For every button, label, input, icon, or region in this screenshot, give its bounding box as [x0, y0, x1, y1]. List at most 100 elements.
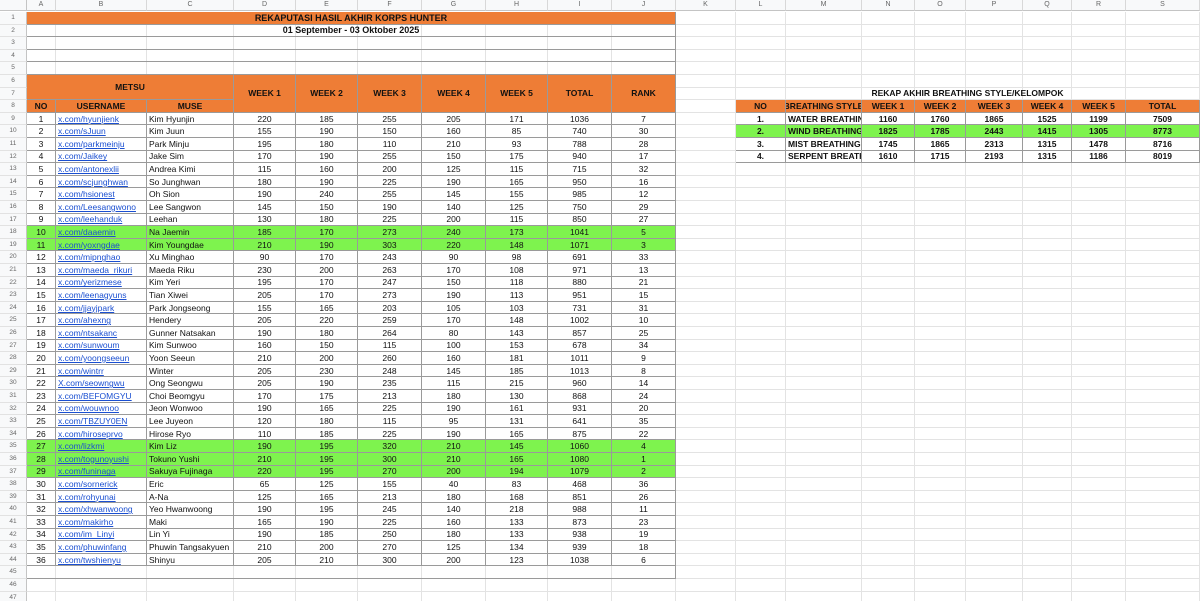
week-score[interactable]: 190	[234, 188, 296, 201]
rank-value[interactable]: 6	[612, 553, 676, 567]
week-score[interactable]: 180	[296, 138, 358, 151]
username-link[interactable]: x.com/sJuun	[56, 125, 147, 138]
week-score[interactable]: 303	[358, 238, 422, 252]
week-score[interactable]: 210	[422, 440, 486, 453]
column-header-f[interactable]: F	[358, 0, 422, 11]
week-score[interactable]: 130	[234, 213, 296, 227]
grid-cell[interactable]	[1126, 377, 1200, 390]
username-link-text[interactable]: x.com/im_Linyi	[58, 529, 114, 539]
grid-cell[interactable]	[966, 490, 1023, 504]
grid-cell[interactable]	[1126, 579, 1200, 592]
grid-cell[interactable]	[786, 566, 862, 579]
row-header[interactable]: 2	[0, 24, 27, 38]
week-score[interactable]: 195	[296, 503, 358, 516]
muse-name[interactable]: Shinyu	[147, 553, 234, 567]
muse-name[interactable]: So Junghwan	[147, 175, 234, 189]
grid-cell[interactable]	[676, 12, 736, 25]
grid-cell[interactable]	[862, 516, 915, 529]
grid-cell[interactable]	[1072, 503, 1126, 516]
grid-cell[interactable]	[676, 591, 736, 601]
column-header-p[interactable]: P	[966, 0, 1023, 11]
grid-cell[interactable]	[966, 49, 1023, 63]
muse-name[interactable]: Hendery	[147, 314, 234, 327]
grid-cell[interactable]	[915, 327, 966, 340]
grid-cell[interactable]	[862, 75, 915, 88]
username-link[interactable]: x.com/sunwoum	[56, 339, 147, 353]
grid-cell[interactable]	[736, 264, 786, 277]
week-score[interactable]: 225	[358, 516, 422, 529]
grid-cell[interactable]	[1023, 591, 1072, 601]
grid-cell[interactable]	[1023, 490, 1072, 504]
week-score[interactable]: 150	[296, 339, 358, 353]
grid-cell[interactable]	[1126, 453, 1200, 466]
week-score[interactable]: 220	[234, 465, 296, 479]
row-number[interactable]: 7	[27, 188, 56, 201]
week-score[interactable]: 125	[422, 541, 486, 554]
week-score[interactable]: 168	[486, 490, 548, 504]
recap-week-score[interactable]: 1865	[966, 112, 1023, 126]
rank-value[interactable]: 8	[612, 364, 676, 378]
username-link[interactable]: x.com/yoongseeun	[56, 352, 147, 365]
grid-cell[interactable]	[676, 112, 736, 126]
grid-cell[interactable]	[234, 591, 296, 601]
grid-cell[interactable]	[915, 364, 966, 378]
column-header-j[interactable]: J	[612, 0, 676, 11]
week-score[interactable]: 190	[422, 427, 486, 441]
grid-cell[interactable]	[736, 478, 786, 491]
recap-header[interactable]: WEEK 1	[862, 100, 915, 113]
grid-cell[interactable]	[786, 402, 862, 416]
grid-cell[interactable]	[862, 12, 915, 25]
grid-cell[interactable]	[786, 12, 862, 25]
row-number[interactable]: 20	[27, 352, 56, 365]
week-score[interactable]: 255	[358, 150, 422, 164]
grid-cell[interactable]	[966, 440, 1023, 453]
grid-cell[interactable]	[1072, 213, 1126, 227]
week-score[interactable]: 115	[234, 163, 296, 176]
muse-name[interactable]: Gunner Natsakan	[147, 327, 234, 340]
grid-cell[interactable]	[915, 314, 966, 327]
week-score[interactable]: 140	[422, 201, 486, 214]
grid-cell[interactable]	[736, 12, 786, 25]
grid-cell[interactable]	[1023, 503, 1072, 516]
grid-cell[interactable]	[1072, 75, 1126, 88]
recap-total[interactable]: 7509	[1126, 112, 1200, 126]
grid-cell[interactable]	[676, 289, 736, 302]
grid-cell[interactable]	[1072, 377, 1126, 390]
row-number[interactable]: 17	[27, 314, 56, 327]
week-score[interactable]: 100	[422, 339, 486, 353]
week-score[interactable]: 190	[296, 377, 358, 390]
rank-value[interactable]: 34	[612, 339, 676, 353]
grid-cell[interactable]	[862, 352, 915, 365]
total-score[interactable]: 868	[548, 390, 612, 403]
muse-name[interactable]: Jeon Wonwoo	[147, 402, 234, 416]
rank-value[interactable]: 32	[612, 163, 676, 176]
week-score[interactable]: 190	[234, 402, 296, 416]
grid-cell[interactable]	[862, 213, 915, 227]
muse-name[interactable]: Maki	[147, 516, 234, 529]
grid-cell[interactable]	[1023, 289, 1072, 302]
grid-cell[interactable]	[676, 490, 736, 504]
grid-cell[interactable]	[966, 390, 1023, 403]
week-score[interactable]: 225	[358, 175, 422, 189]
grid-cell[interactable]	[862, 541, 915, 554]
muse-name[interactable]: Tokuno Yushi	[147, 453, 234, 466]
grid-cell[interactable]	[966, 188, 1023, 201]
muse-header[interactable]: MUSE	[147, 100, 234, 113]
username-header[interactable]: USERNAME	[56, 100, 147, 113]
grid-cell[interactable]	[862, 238, 915, 252]
grid-cell[interactable]	[1023, 62, 1072, 75]
recap-week-score[interactable]: 1415	[1023, 125, 1072, 138]
row-header[interactable]: 27	[0, 339, 27, 353]
grid-cell[interactable]	[915, 62, 966, 75]
grid-cell[interactable]	[786, 516, 862, 529]
grid-cell[interactable]	[1023, 528, 1072, 542]
no-header[interactable]: NO	[27, 100, 56, 113]
grid-cell[interactable]	[1023, 238, 1072, 252]
muse-name[interactable]: Park Minju	[147, 138, 234, 151]
grid-cell[interactable]	[736, 579, 786, 592]
muse-name[interactable]: Kim Liz	[147, 440, 234, 453]
grid-cell[interactable]	[676, 402, 736, 416]
row-number[interactable]: 27	[27, 440, 56, 453]
week-score[interactable]: 175	[296, 390, 358, 403]
grid-cell[interactable]	[862, 377, 915, 390]
